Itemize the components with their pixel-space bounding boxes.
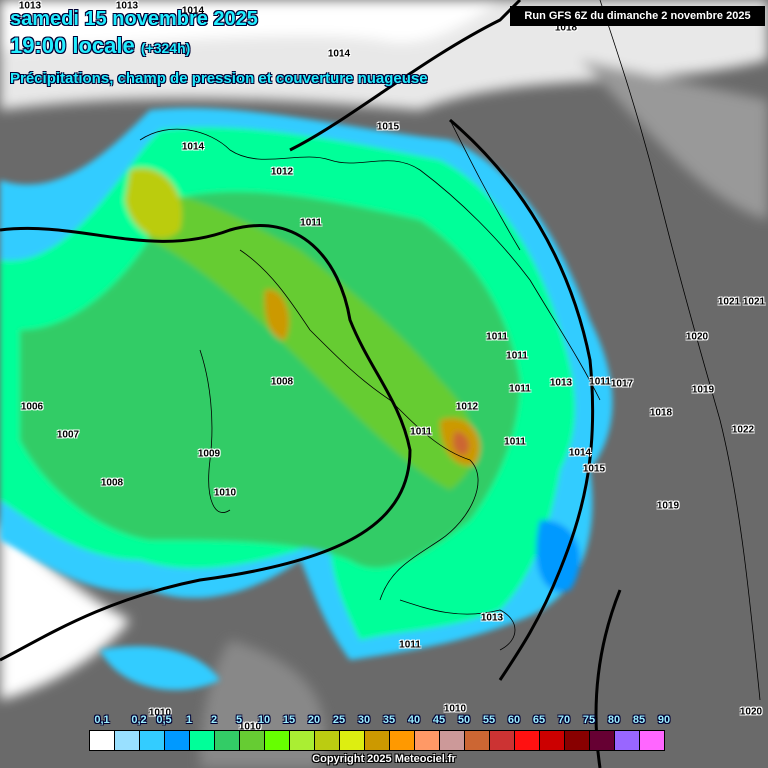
pressure-label: 1008 [270,376,294,388]
legend-label: 50 [457,714,471,726]
legend-swatch [265,731,290,750]
legend-label: 85 [632,714,646,726]
copyright: Copyright 2025 Meteociel.fr [312,753,456,765]
pressure-label: 1021 [717,296,741,308]
legend-label: 75 [582,714,596,726]
legend-swatch [490,731,515,750]
pressure-label: 1011 [506,350,528,362]
legend-label: 40 [407,714,421,726]
pressure-label: 1011 [504,436,526,448]
pressure-label: 1009 [197,448,221,460]
legend-label: 90 [657,714,671,726]
legend-label: 70 [557,714,571,726]
legend-swatch [390,731,415,750]
legend-swatch [90,731,115,750]
pressure-label: 1021 [742,296,766,308]
pressure-label: 1007 [56,429,80,441]
pressure-label: 1010 [213,487,237,499]
legend-swatch [340,731,365,750]
legend-swatch [415,731,440,750]
legend-label: 15 [282,714,296,726]
legend-swatch [190,731,215,750]
pressure-label: 1015 [376,121,400,133]
pressure-label: 1019 [691,384,715,396]
pressure-label: 1018 [649,407,673,419]
legend-swatch [240,731,265,750]
legend-label: 1 [185,714,193,726]
pressure-label: 1014 [568,447,592,459]
legend-label: 20 [307,714,321,726]
legend-label: 45 [432,714,446,726]
pressure-label: 1011 [509,383,531,395]
pressure-label: 1011 [410,426,432,438]
weather-map: 1013 1013 1014 1018 1014 1015 1014 1012 1011 1021… [0,0,768,768]
legend-swatch [615,731,640,750]
legend-label: 0,5 [156,714,172,726]
pressure-label: 1022 [731,424,755,436]
pressure-label: 1017 [610,378,634,390]
pressure-label: 1008 [100,477,124,489]
lead-time: (+324h) [140,40,191,56]
legend-swatch [440,731,465,750]
legend-swatch [640,731,664,750]
legend-swatch [290,731,315,750]
pressure-label: 1019 [656,500,680,512]
legend-label: 5 [235,714,243,726]
forecast-time: 19:00 locale (+324h) [10,33,190,59]
run-banner: Run GFS 6Z du dimanche 2 novembre 2025 [510,6,765,26]
pressure-label: 1013 [549,377,573,389]
legend-label: 60 [507,714,521,726]
pressure-label: 1012 [455,401,479,413]
precipitation-legend [89,730,665,751]
legend-swatch [115,731,140,750]
legend-swatch [140,731,165,750]
pressure-label: 1014 [327,48,351,60]
legend-swatch [365,731,390,750]
legend-swatch [165,731,190,750]
local-time: 19:00 locale [10,33,135,58]
legend-swatch [590,731,615,750]
pressure-label: 1010 [443,703,467,715]
pressure-label: 1011 [486,331,508,343]
pressure-label: 1020 [685,331,709,343]
pressure-label: 1013 [480,612,504,624]
legend-label: 55 [482,714,496,726]
pressure-label: 1015 [582,463,606,475]
legend-swatch [465,731,490,750]
legend-label: 0,2 [131,714,147,726]
legend-label: 2 [210,714,218,726]
pressure-label: 1012 [270,166,294,178]
legend-label: 30 [357,714,371,726]
pressure-label: 1011 [399,639,421,651]
legend-swatch [515,731,540,750]
pressure-label: 1011 [589,376,611,388]
pressure-label: 1020 [739,706,763,718]
legend-label: 80 [607,714,621,726]
legend-swatch [215,731,240,750]
legend-label: 25 [332,714,346,726]
legend-swatch [315,731,340,750]
forecast-date: samedi 15 novembre 2025 [10,8,258,30]
map-layers [0,0,768,768]
legend-label: 0,1 [94,714,110,726]
legend-swatch [565,731,590,750]
pressure-label: 1014 [181,141,205,153]
legend-label: 10 [257,714,271,726]
legend-swatch [540,731,565,750]
pressure-label: 1006 [20,401,44,413]
pressure-label: 1011 [300,217,322,229]
product-title: Précipitations, champ de pression et cou… [10,70,428,87]
legend-label: 35 [382,714,396,726]
legend-label: 65 [532,714,546,726]
